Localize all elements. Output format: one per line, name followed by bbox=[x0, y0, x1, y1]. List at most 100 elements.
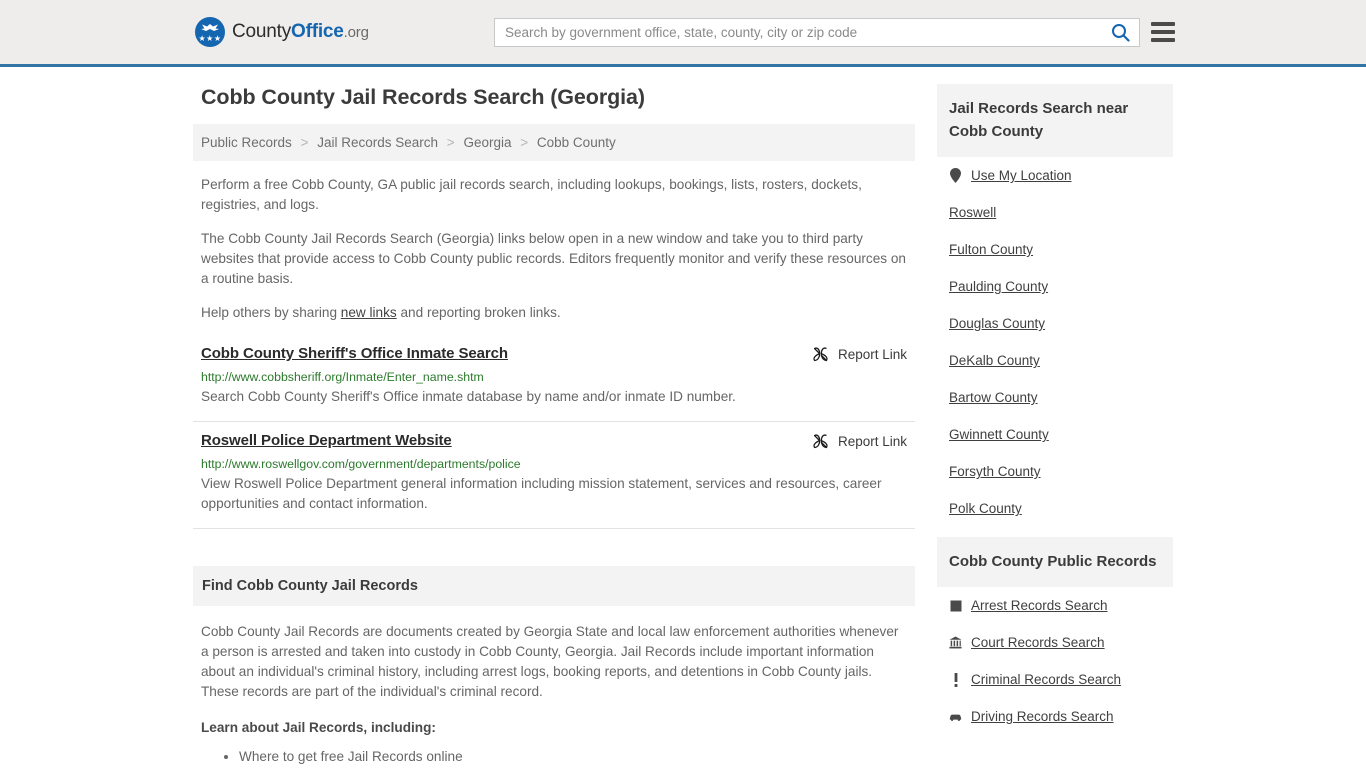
result-description: Search Cobb County Sheriff's Office inma… bbox=[201, 389, 736, 404]
result-title-link[interactable]: Roswell Police Department Website bbox=[201, 432, 452, 449]
result-url[interactable]: http://www.cobbsheriff.org/Inmate/Enter_… bbox=[201, 370, 907, 384]
broken-link-icon bbox=[813, 434, 828, 449]
eagle-seal-icon: ★★★ bbox=[195, 17, 225, 47]
map-pin-glyph bbox=[950, 168, 961, 183]
intro-paragraph-1: Perform a free Cobb County, GA public ja… bbox=[201, 177, 862, 212]
sidebar-item-bartow-county[interactable]: Bartow County bbox=[937, 379, 1173, 416]
sidebar-item-criminal-records-search[interactable]: Criminal Records Search bbox=[937, 661, 1173, 698]
search-icon bbox=[1111, 24, 1130, 42]
breadcrumb-separator: > bbox=[446, 135, 455, 150]
sidebar-item-fulton-county[interactable]: Fulton County bbox=[937, 231, 1173, 268]
eagle-glyph bbox=[201, 24, 219, 31]
intro-paragraph-2: The Cobb County Jail Records Search (Geo… bbox=[201, 231, 906, 286]
page-title: Cobb County Jail Records Search (Georgia… bbox=[201, 85, 645, 109]
result-header: Cobb County Sheriff's Office Inmate Sear… bbox=[201, 345, 907, 363]
sidebar-link-label[interactable]: Douglas County bbox=[949, 316, 1045, 331]
sidebar-item-court-records-search[interactable]: Court Records Search bbox=[937, 624, 1173, 661]
sidebar-nearby-heading: Jail Records Search near Cobb County bbox=[937, 84, 1173, 157]
list-item: Where to get free Jail Records online bbox=[239, 746, 907, 768]
sidebar-item-polk-county[interactable]: Polk County bbox=[937, 490, 1173, 527]
sidebar-item-paulding-county[interactable]: Paulding County bbox=[937, 268, 1173, 305]
share-text-after: and reporting broken links. bbox=[396, 305, 561, 320]
breadcrumb-item-jail-records-search[interactable]: Jail Records Search bbox=[317, 135, 438, 150]
result-item: Roswell Police Department Website Report… bbox=[193, 424, 915, 529]
fingerprint-card-glyph bbox=[950, 600, 961, 611]
result-url[interactable]: http://www.roswellgov.com/government/dep… bbox=[201, 457, 907, 471]
hamburger-bar bbox=[1151, 38, 1175, 42]
sidebar-public-records-heading: Cobb County Public Records bbox=[937, 537, 1173, 587]
breadcrumb-separator: > bbox=[520, 135, 529, 150]
fingerprint-card-icon bbox=[949, 600, 962, 612]
sidebar-public-records-list: Arrest Records Search Court Records Sear… bbox=[937, 587, 1173, 735]
sidebar-link-label[interactable]: Arrest Records Search bbox=[971, 598, 1108, 613]
courthouse-glyph bbox=[949, 636, 962, 649]
search-button[interactable] bbox=[1101, 19, 1139, 46]
breadcrumb-item-public-records[interactable]: Public Records bbox=[201, 135, 292, 150]
sidebar-item-gwinnett-county[interactable]: Gwinnett County bbox=[937, 416, 1173, 453]
share-text-before: Help others by sharing bbox=[201, 305, 341, 320]
search-box[interactable] bbox=[494, 18, 1140, 47]
sidebar-item-driving-records-search[interactable]: Driving Records Search bbox=[937, 698, 1173, 735]
logo-text-tld: .org bbox=[343, 24, 369, 41]
find-records-paragraph: Cobb County Jail Records are documents c… bbox=[201, 624, 899, 699]
logo-text-office: Office bbox=[291, 21, 344, 42]
sidebar-link-label[interactable]: Fulton County bbox=[949, 242, 1033, 257]
sidebar-link-label[interactable]: Roswell bbox=[949, 205, 996, 220]
sidebar-link-label[interactable]: Driving Records Search bbox=[971, 709, 1114, 724]
report-link-label: Report Link bbox=[837, 347, 907, 362]
learn-about-list: Where to get free Jail Records online Wh… bbox=[201, 746, 907, 768]
map-pin-icon bbox=[949, 168, 962, 183]
exclamation-icon bbox=[949, 672, 962, 687]
sidebar-item-arrest-records-search[interactable]: Arrest Records Search bbox=[937, 587, 1173, 624]
hamburger-bar bbox=[1151, 22, 1175, 26]
exclamation-glyph bbox=[954, 672, 957, 687]
sidebar-link-label[interactable]: Gwinnett County bbox=[949, 427, 1049, 442]
result-item: Cobb County Sheriff's Office Inmate Sear… bbox=[193, 337, 915, 422]
intro-text: Perform a free Cobb County, GA public ja… bbox=[193, 175, 915, 323]
sidebar-card-nearby: Jail Records Search near Cobb County Use… bbox=[937, 84, 1173, 527]
sidebar-link-label[interactable]: Paulding County bbox=[949, 279, 1048, 294]
main-column: Cobb County Jail Records Search (Georgia… bbox=[193, 84, 915, 768]
sidebar-item-roswell[interactable]: Roswell bbox=[937, 194, 1173, 231]
breadcrumb-item-georgia[interactable]: Georgia bbox=[463, 135, 511, 150]
breadcrumb-item-cobb-county: Cobb County bbox=[536, 135, 616, 150]
new-links-link[interactable]: new links bbox=[341, 305, 397, 320]
broken-link-icon bbox=[813, 347, 828, 362]
sidebar-item-douglas-county[interactable]: Douglas County bbox=[937, 305, 1173, 342]
hamburger-bar bbox=[1151, 30, 1175, 34]
sidebar-link-label[interactable]: Use My Location bbox=[971, 168, 1072, 183]
sidebar-link-label[interactable]: Bartow County bbox=[949, 390, 1038, 405]
find-records-heading: Find Cobb County Jail Records bbox=[193, 566, 915, 606]
logo-text: CountyOffice.org bbox=[232, 21, 369, 43]
site-header: ★★★ CountyOffice.org bbox=[0, 0, 1366, 67]
sidebar-item-forsyth-county[interactable]: Forsyth County bbox=[937, 453, 1173, 490]
content-container: Cobb County Jail Records Search (Georgia… bbox=[193, 84, 1173, 768]
logo-text-county: County bbox=[232, 21, 292, 42]
sidebar-item-dekalb-county[interactable]: DeKalb County bbox=[937, 342, 1173, 379]
learn-about-heading: Learn about Jail Records, including: bbox=[201, 720, 436, 735]
result-description: View Roswell Police Department general i… bbox=[201, 476, 882, 511]
report-link-button[interactable]: Report Link bbox=[812, 345, 907, 363]
breadcrumb: Public Records > Jail Records Search > G… bbox=[193, 124, 915, 161]
sidebar-link-label[interactable]: Forsyth County bbox=[949, 464, 1041, 479]
sidebar-link-label[interactable]: Criminal Records Search bbox=[971, 672, 1121, 687]
hamburger-menu-icon[interactable] bbox=[1151, 20, 1175, 44]
sidebar-link-label[interactable]: Court Records Search bbox=[971, 635, 1105, 650]
search-input[interactable] bbox=[495, 19, 1101, 46]
car-glyph bbox=[949, 714, 962, 721]
car-icon bbox=[949, 712, 962, 722]
result-title-link[interactable]: Cobb County Sheriff's Office Inmate Sear… bbox=[201, 345, 508, 362]
page-body: Cobb County Jail Records Search (Georgia… bbox=[0, 67, 1366, 768]
find-records-body: Cobb County Jail Records are documents c… bbox=[193, 606, 915, 768]
breadcrumb-separator: > bbox=[300, 135, 309, 150]
sidebar-item-use-my-location[interactable]: Use My Location bbox=[937, 157, 1173, 194]
report-link-label: Report Link bbox=[837, 434, 907, 449]
site-logo[interactable]: ★★★ CountyOffice.org bbox=[195, 17, 369, 47]
sidebar-nearby-list: Use My Location Roswell Fulton County Pa… bbox=[937, 157, 1173, 527]
sidebar-link-label[interactable]: DeKalb County bbox=[949, 353, 1040, 368]
sidebar-link-label[interactable]: Polk County bbox=[949, 501, 1022, 516]
result-header: Roswell Police Department Website Report… bbox=[201, 432, 907, 450]
intro-paragraph-3: Help others by sharing new links and rep… bbox=[193, 303, 915, 323]
sidebar-card-public-records: Cobb County Public Records Arrest Record… bbox=[937, 537, 1173, 735]
report-link-button[interactable]: Report Link bbox=[812, 432, 907, 450]
